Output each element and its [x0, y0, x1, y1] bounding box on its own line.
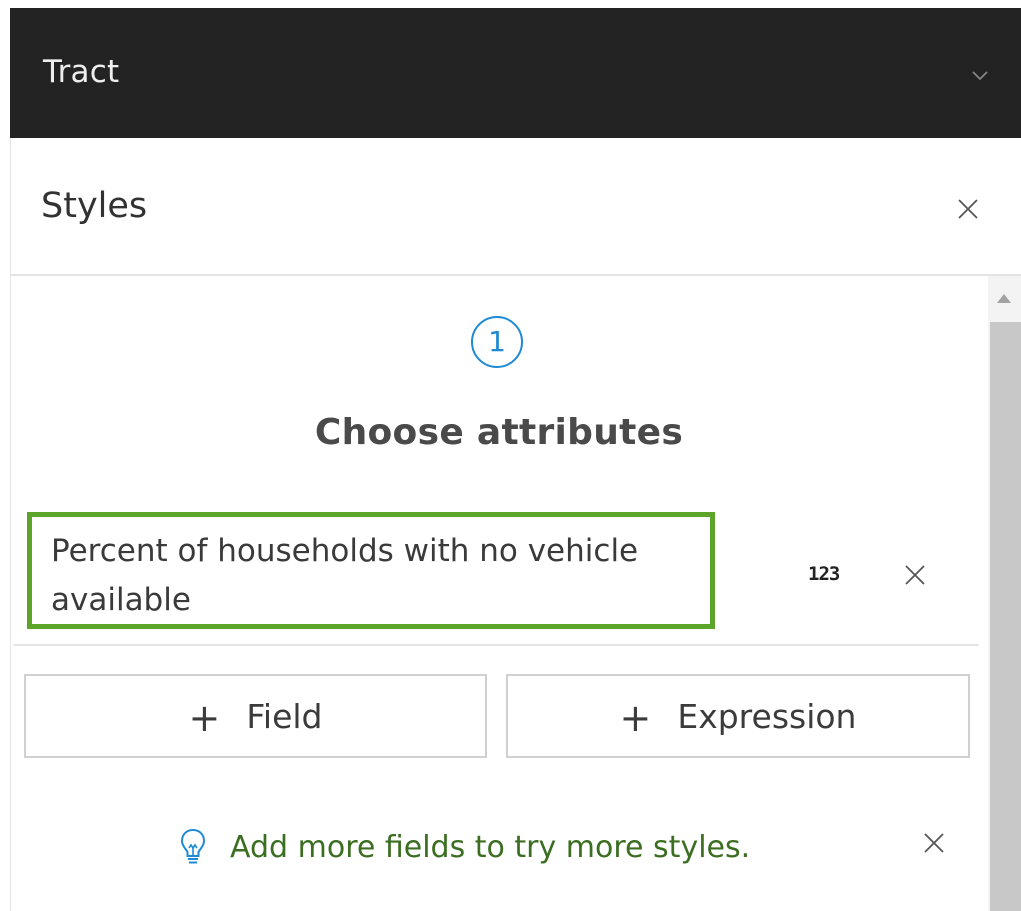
- remove-attribute-icon[interactable]: [902, 562, 928, 588]
- add-expression-label: Expression: [677, 696, 857, 736]
- plus-icon: +: [188, 696, 221, 740]
- add-expression-button[interactable]: + Expression: [506, 674, 970, 758]
- panel-title: Styles: [41, 186, 148, 226]
- selected-attribute[interactable]: Percent of households with no vehicle av…: [27, 512, 715, 629]
- dismiss-tip-icon[interactable]: [921, 830, 947, 856]
- section-title: Choose attributes: [314, 412, 684, 453]
- chevron-down-icon[interactable]: [969, 64, 991, 86]
- add-field-button[interactable]: + Field: [24, 674, 487, 758]
- attribute-name: Percent of households with no vehicle av…: [51, 533, 639, 618]
- step-number-badge: 1: [471, 316, 523, 368]
- close-icon[interactable]: [955, 196, 981, 222]
- layer-name: Tract: [43, 54, 120, 90]
- layer-selector[interactable]: Tract: [10, 8, 1021, 138]
- tip-text: Add more fields to try more styles.: [230, 829, 751, 865]
- number-type-icon: 123: [808, 563, 840, 585]
- add-field-label: Field: [246, 696, 323, 736]
- lightbulb-icon: [180, 828, 206, 864]
- tip-message: Add more fields to try more styles.: [178, 822, 750, 872]
- scrollbar[interactable]: [988, 276, 1021, 911]
- plus-icon: +: [619, 696, 652, 740]
- scroll-up-arrow-icon[interactable]: [997, 294, 1011, 303]
- scrollbar-thumb[interactable]: [990, 322, 1021, 911]
- attribute-divider: [13, 644, 979, 646]
- styles-header: Styles: [10, 138, 1021, 274]
- styles-window: Tract Styles 1 Choose attributes Percent…: [0, 0, 1021, 911]
